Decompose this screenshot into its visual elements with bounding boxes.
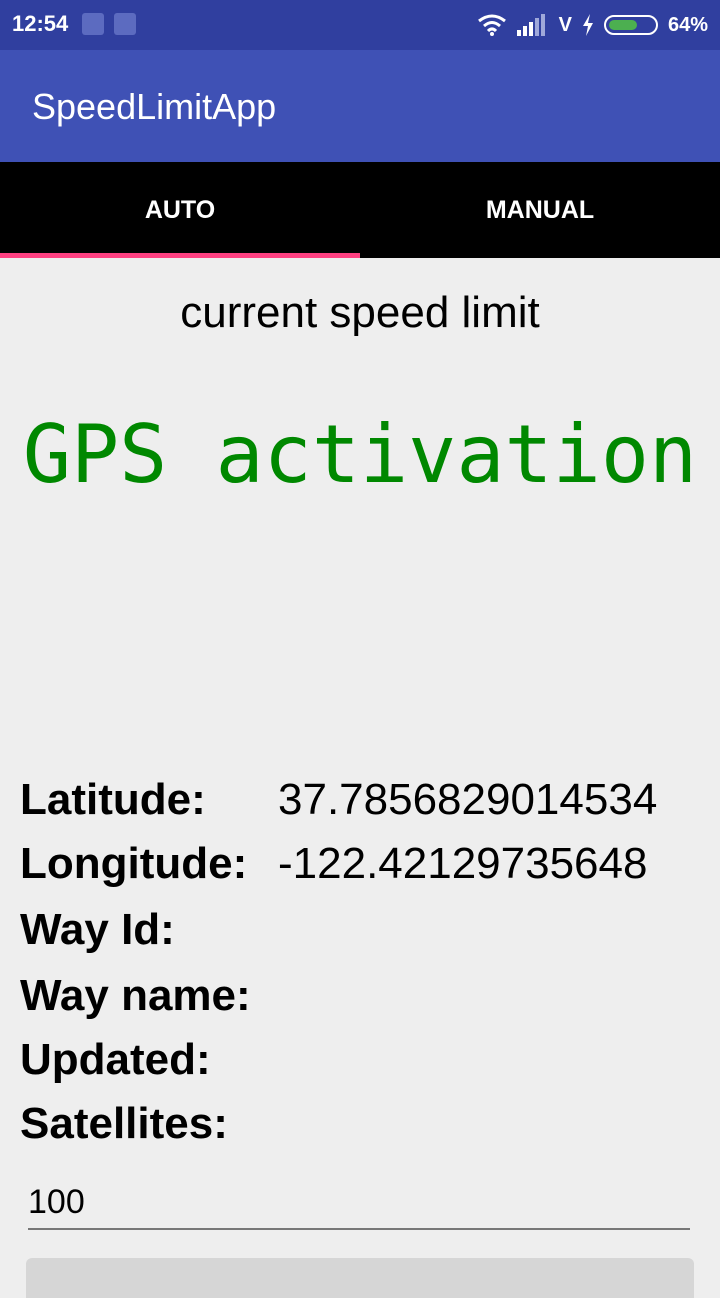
satellites-row: Satellites: <box>20 1092 278 1156</box>
way-id-label: Way Id: <box>20 905 175 954</box>
tab-manual-label: MANUAL <box>485 196 595 224</box>
longitude-row: Longitude: -122.42129735648 <box>20 832 647 896</box>
way-name-row: Way name: <box>20 964 278 1028</box>
app-notification-icon <box>114 13 136 35</box>
speed-limit-label: current speed limit <box>180 288 540 337</box>
longitude-value: -122.42129735648 <box>278 839 648 888</box>
status-right: V 64% <box>477 10 708 40</box>
battery-level <box>608 20 638 30</box>
image-notification-icon <box>82 13 104 35</box>
latitude-label: Latitude: <box>20 775 206 824</box>
app-title: SpeedLimitApp <box>32 86 277 127</box>
status-bar: 12:54 V 64% <box>0 0 720 50</box>
main-content: current speed limit GPS activation Latit… <box>0 258 720 1298</box>
wifi-icon <box>477 14 506 36</box>
latitude-value: 37.7856829014534 <box>278 775 658 824</box>
satellites-label: Satellites: <box>20 1099 228 1148</box>
speed-input[interactable] <box>28 1176 690 1230</box>
way-name-label: Way name: <box>20 971 251 1020</box>
tab-manual[interactable]: MANUAL <box>360 162 720 258</box>
battery-percent: 64% <box>667 13 708 36</box>
updated-label: Updated: <box>20 1035 211 1084</box>
carrier-letter: V <box>558 13 572 36</box>
signal-icon <box>516 14 545 36</box>
longitude-label: Longitude: <box>20 839 248 888</box>
action-button[interactable] <box>26 1258 694 1298</box>
tab-auto[interactable]: AUTO <box>0 162 360 258</box>
tab-auto-label: AUTO <box>144 196 216 224</box>
tab-bar: AUTO MANUAL <box>0 162 720 258</box>
way-id-row: Way Id: <box>20 898 278 962</box>
status-time: 12:54 <box>12 11 69 36</box>
app-bar: SpeedLimitApp <box>0 50 720 162</box>
charging-icon <box>582 14 593 36</box>
battery-icon <box>603 15 658 35</box>
updated-row: Updated: <box>20 1028 278 1092</box>
speed-limit-value: GPS activation <box>22 408 698 501</box>
latitude-row: Latitude: 37.7856829014534 <box>20 768 657 832</box>
